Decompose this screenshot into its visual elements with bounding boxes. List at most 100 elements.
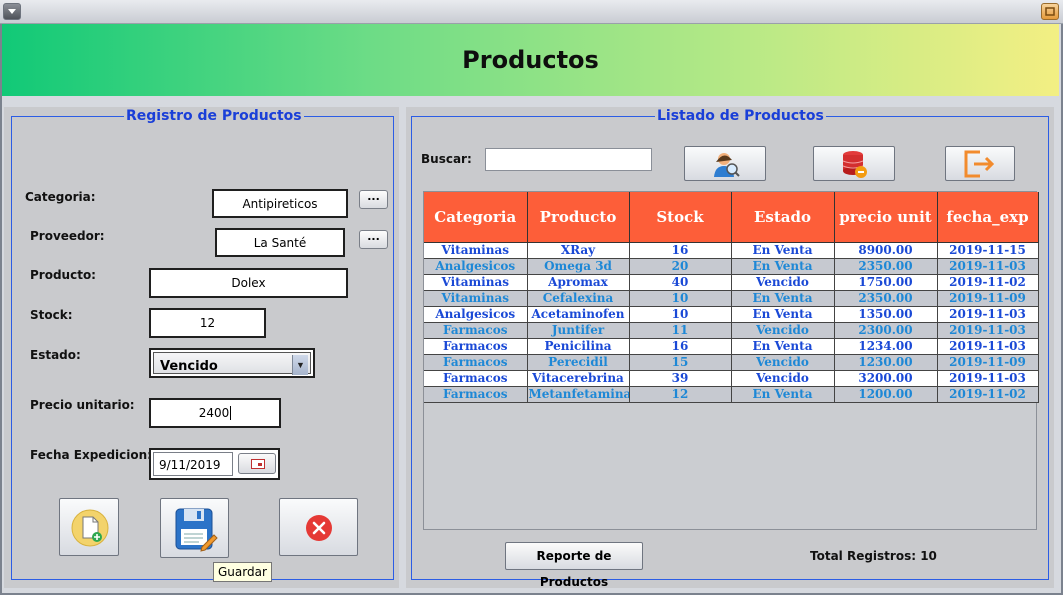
delete-record-button[interactable]	[813, 146, 895, 181]
search-input[interactable]	[485, 148, 652, 171]
column-header-fecha-exp[interactable]: fecha_exp	[937, 192, 1039, 243]
cell-categoria: Vitaminas	[424, 290, 528, 307]
cell-producto: Acetaminofen	[527, 306, 630, 323]
precio-value: 2400	[198, 406, 230, 420]
calendar-button[interactable]	[238, 453, 276, 474]
estado-dropdown[interactable]: Vencido ▼	[149, 348, 315, 378]
exit-button[interactable]	[945, 146, 1015, 181]
cell-estado: Vencido	[731, 274, 835, 291]
cell-estado: Vencido	[731, 354, 835, 371]
header-banner: Productos	[2, 24, 1059, 96]
estado-selected-value: Vencido	[160, 359, 218, 374]
productos-table[interactable]: Categoria Producto Stock Estado precio u…	[423, 191, 1039, 530]
chevron-down-icon[interactable]: ▼	[292, 355, 308, 375]
precio-label: Precio unitario:	[30, 398, 135, 412]
table-header-row: Categoria Producto Stock Estado precio u…	[424, 192, 1039, 243]
save-tooltip: Guardar	[213, 562, 272, 582]
user-search-icon	[714, 153, 740, 177]
cell-producto: Metanfetamina	[527, 386, 630, 403]
cell-producto: Apromax	[527, 274, 630, 291]
producto-field[interactable]: Dolex	[149, 268, 348, 298]
table-row[interactable]: Farmacos Penicilina 16 En Venta 1234.00 2019-…	[424, 338, 1039, 355]
cell-fecha: 2019-11-03	[937, 306, 1039, 323]
cell-fecha: 2019-11-09	[937, 354, 1039, 371]
cell-stock: 16	[629, 338, 732, 355]
precio-field[interactable]: 2400	[149, 398, 281, 428]
table-row[interactable]: Vitaminas Apromax 40 Vencido 1750.00 2019-11-…	[424, 274, 1039, 291]
table-row[interactable]: Analgesicos Acetaminofen 10 En Venta 1350.00…	[424, 306, 1039, 323]
table-row[interactable]: Farmacos Metanfetamina 12 En Venta 1200.00 20…	[424, 386, 1039, 403]
chevron-down-icon	[8, 9, 16, 14]
exit-arrow-icon	[964, 150, 995, 178]
table-row[interactable]: Vitaminas Cefalexina 10 En Venta 2350.00 2019…	[424, 290, 1039, 307]
cell-fecha: 2019-11-09	[937, 290, 1039, 307]
cell-categoria: Farmacos	[424, 338, 528, 355]
cell-producto: Omega 3d	[527, 258, 630, 275]
table-row[interactable]: Vitaminas XRay 16 En Venta 8900.00 2019-11-15	[424, 242, 1039, 259]
proveedor-label: Proveedor:	[30, 229, 105, 243]
cell-categoria: Vitaminas	[424, 242, 528, 259]
cell-estado: En Venta	[731, 386, 835, 403]
cell-fecha: 2019-11-03	[937, 370, 1039, 387]
window-menu-button[interactable]	[3, 3, 21, 20]
column-header-estado[interactable]: Estado	[731, 192, 835, 243]
cell-stock: 12	[629, 386, 732, 403]
cell-categoria: Farmacos	[424, 322, 528, 339]
column-header-precio-unit[interactable]: precio unit	[834, 192, 938, 243]
database-delete-icon	[842, 151, 867, 178]
cell-precio: 2300.00	[834, 322, 938, 339]
cell-stock: 10	[629, 306, 732, 323]
categoria-field[interactable]: Antipireticos	[212, 189, 348, 218]
cell-estado: Vencido	[731, 322, 835, 339]
cell-fecha: 2019-11-15	[937, 242, 1039, 259]
new-product-button[interactable]	[59, 498, 119, 556]
text-cursor	[230, 406, 232, 420]
cell-fecha: 2019-11-03	[937, 258, 1039, 275]
cell-stock: 16	[629, 242, 732, 259]
cell-fecha: 2019-11-02	[937, 274, 1039, 291]
cancel-button[interactable]	[279, 498, 358, 556]
proveedor-field[interactable]: La Santé	[215, 228, 345, 257]
column-header-stock[interactable]: Stock	[629, 192, 732, 243]
calendar-icon	[251, 459, 265, 469]
cell-estado: En Venta	[731, 242, 835, 259]
fecha-input[interactable]: 9/11/2019	[153, 452, 233, 476]
cell-fecha: 2019-11-03	[937, 338, 1039, 355]
cancel-x-icon	[306, 515, 332, 541]
save-button[interactable]	[160, 498, 229, 558]
cell-precio: 1200.00	[834, 386, 938, 403]
window-maximize-button[interactable]	[1041, 3, 1059, 20]
table-row[interactable]: Farmacos Juntifer 11 Vencido 2300.00 2019-11-…	[424, 322, 1039, 339]
cell-producto: Perecidil	[527, 354, 630, 371]
cell-producto: Juntifer	[527, 322, 630, 339]
cell-stock: 10	[629, 290, 732, 307]
total-records: Total Registros: 10	[810, 549, 937, 563]
cell-precio: 1230.00	[834, 354, 938, 371]
fecha-picker[interactable]: 9/11/2019	[149, 448, 280, 480]
cell-stock: 40	[629, 274, 732, 291]
report-button[interactable]: Reporte de Productos	[505, 542, 643, 589]
save-floppy-icon	[175, 508, 218, 552]
cell-producto: Cefalexina	[527, 290, 630, 307]
cell-categoria: Vitaminas	[424, 274, 528, 291]
table-row[interactable]: Farmacos Perecidil 15 Vencido 1230.00 2019-11…	[424, 354, 1039, 371]
table-row[interactable]: Analgesicos Omega 3d 20 En Venta 2350.00 2019…	[424, 258, 1039, 275]
cell-stock: 20	[629, 258, 732, 275]
listado-legend: Listado de Productos	[655, 108, 826, 124]
buscar-label: Buscar:	[421, 152, 472, 166]
column-header-producto[interactable]: Producto	[527, 192, 630, 243]
categoria-browse-button[interactable]: ...	[359, 190, 388, 209]
window-title-bar	[0, 0, 1063, 24]
cell-fecha: 2019-11-03	[937, 322, 1039, 339]
productos-grid: Categoria Producto Stock Estado precio u…	[424, 192, 1039, 403]
table-row[interactable]: Farmacos Vitacerebrina 39 Vencido 3200.00 201…	[424, 370, 1039, 387]
cell-categoria: Farmacos	[424, 386, 528, 403]
column-header-categoria[interactable]: Categoria	[424, 192, 528, 243]
stock-field[interactable]: 12	[149, 308, 266, 338]
cell-categoria: Farmacos	[424, 354, 528, 371]
estado-dropdown-face: Vencido ▼	[153, 352, 311, 375]
proveedor-browse-button[interactable]: ...	[359, 230, 388, 249]
search-user-button[interactable]	[684, 146, 766, 181]
cell-producto: XRay	[527, 242, 630, 259]
cell-precio: 8900.00	[834, 242, 938, 259]
